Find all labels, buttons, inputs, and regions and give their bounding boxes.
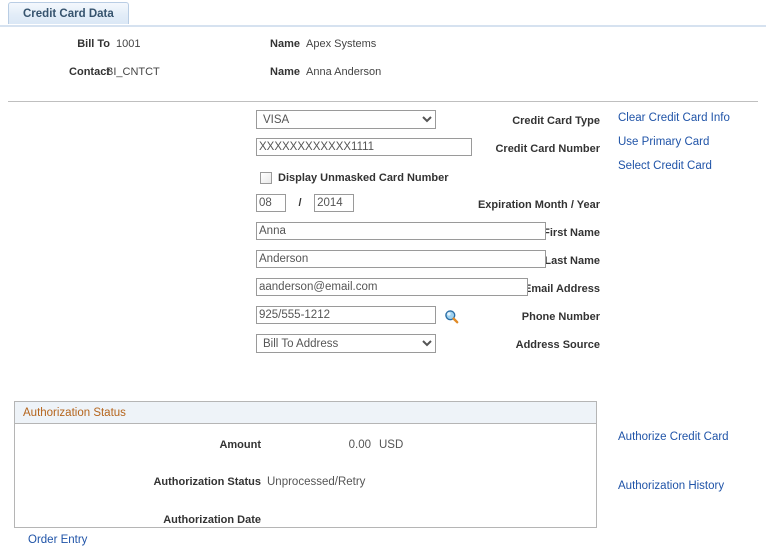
bottom-links: Order Entry xyxy=(28,534,87,546)
authorization-status-group-header: Authorization Status xyxy=(15,402,596,424)
authorization-status-label: Authorization Status xyxy=(153,476,261,488)
authorization-status-title: Authorization Status xyxy=(23,406,126,419)
contact-label: Contact xyxy=(69,66,110,78)
credit-card-number-input[interactable] xyxy=(256,138,472,156)
field-row-credit-card-type: Credit Card Type VISA xyxy=(0,110,600,138)
authorization-row-status: Authorization Status Unprocessed/Retry xyxy=(15,462,596,490)
magnifier-icon[interactable] xyxy=(444,309,459,327)
amount-label: Amount xyxy=(219,439,261,451)
phone-number-input[interactable] xyxy=(256,306,436,324)
credit-card-first-name-input[interactable] xyxy=(256,222,546,240)
spacer-row xyxy=(0,166,600,194)
expiration-month-input[interactable] xyxy=(256,194,286,212)
link-select-credit-card[interactable]: Select Credit Card xyxy=(618,160,766,172)
bill-to-label: Bill To xyxy=(77,38,110,50)
field-row-address-source: Address Source Bill To Address xyxy=(0,334,600,362)
field-row-phone: Phone Number xyxy=(0,306,600,334)
credit-card-type-select[interactable]: VISA xyxy=(256,110,436,129)
tab-strip-underline xyxy=(0,25,766,27)
expiration-year-input[interactable] xyxy=(314,194,355,212)
link-clear-credit-card-info[interactable]: Clear Credit Card Info xyxy=(618,112,766,124)
field-row-credit-card-number: Credit Card Number xyxy=(0,138,600,166)
header-row-bill-to: Bill To 1001 Name Apex Systems xyxy=(0,32,766,60)
bill-to-name-label: Name xyxy=(270,38,300,50)
link-authorize-credit-card[interactable]: Authorize Credit Card xyxy=(618,431,729,443)
header-row-contact: Contact BI_CNTCT Name Anna Anderson xyxy=(0,60,766,88)
authorization-status-body: Amount 0.00 USD Authorization Status Unp… xyxy=(15,424,596,527)
tab-credit-card-data[interactable]: Credit Card Data xyxy=(8,2,129,24)
field-row-email: Email Address xyxy=(0,278,600,306)
side-links-bottom: Authorize Credit Card Authorization Hist… xyxy=(618,431,766,492)
header-divider xyxy=(8,101,758,102)
authorization-row-date: Authorization Date xyxy=(15,490,596,526)
contact-name-value: Anna Anderson xyxy=(306,66,382,78)
contact-value: BI_CNTCT xyxy=(106,66,160,78)
amount-currency: USD xyxy=(379,439,404,451)
authorization-row-amount: Amount 0.00 USD xyxy=(15,424,596,462)
header-info: Bill To 1001 Name Apex Systems Contact B… xyxy=(0,32,766,88)
expiration-label: Expiration Month / Year xyxy=(477,199,600,211)
field-row-last-name: Credit Card Last Name xyxy=(0,250,600,278)
credit-card-last-name-input[interactable] xyxy=(256,250,546,268)
amount-value: 0.00 xyxy=(348,439,371,451)
address-source-select[interactable]: Bill To Address xyxy=(256,334,436,353)
email-address-input[interactable] xyxy=(256,278,528,296)
credit-card-form: Credit Card Type VISA Credit Card Number… xyxy=(0,110,600,362)
link-order-entry[interactable]: Order Entry xyxy=(28,534,87,546)
link-use-primary-card[interactable]: Use Primary Card xyxy=(618,136,766,148)
tab-label: Credit Card Data xyxy=(23,7,114,20)
bill-to-value: 1001 xyxy=(116,38,141,50)
side-links-top: Clear Credit Card Info Use Primary Card … xyxy=(618,112,766,184)
authorization-date-label: Authorization Date xyxy=(163,514,261,526)
field-row-first-name: Credit Card First Name xyxy=(0,222,600,250)
link-authorization-history[interactable]: Authorization History xyxy=(618,480,724,492)
tab-strip: Credit Card Data xyxy=(0,0,766,27)
authorization-status-group: Authorization Status Amount 0.00 USD Aut… xyxy=(14,401,597,528)
contact-name-label: Name xyxy=(270,66,300,78)
bill-to-name-value: Apex Systems xyxy=(306,38,377,50)
field-row-expiration: Expiration Month / Year / xyxy=(0,194,600,222)
authorization-status-value: Unprocessed/Retry xyxy=(267,476,366,488)
expiration-separator: / xyxy=(298,197,302,210)
